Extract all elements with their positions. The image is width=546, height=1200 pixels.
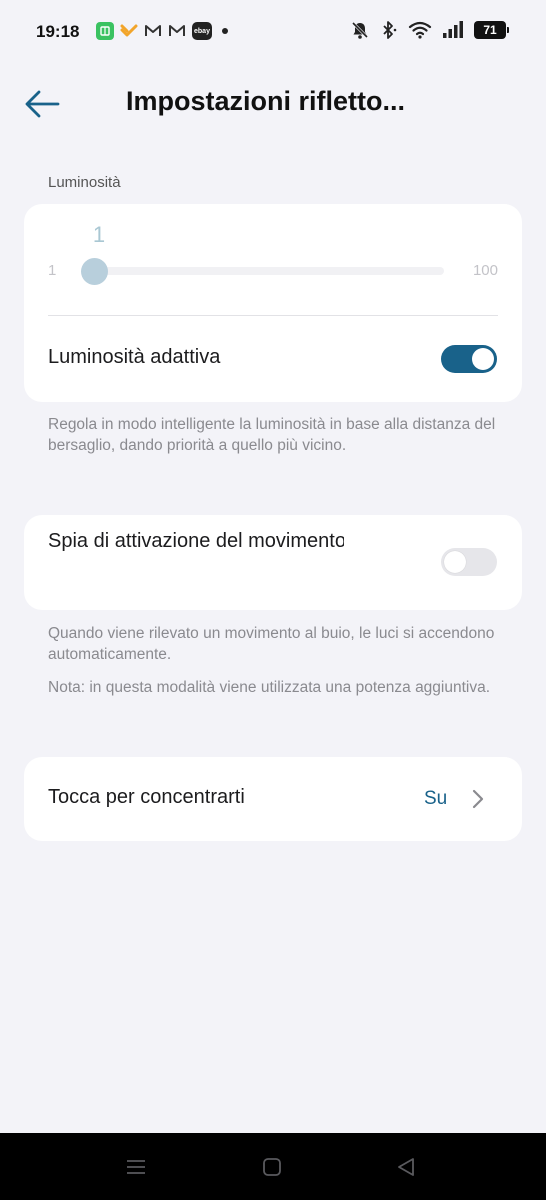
brightness-slider-track[interactable] — [94, 267, 444, 275]
menu-icon[interactable] — [124, 1155, 148, 1179]
arrow-left-icon — [25, 90, 60, 118]
adaptive-brightness-description: Regola in modo intelligente la luminosit… — [48, 416, 496, 454]
tap-to-focus-value: Su — [424, 788, 448, 809]
status-time: 19:18 — [36, 22, 80, 41]
motion-description: Quando viene rilevato un movimento al bu… — [48, 625, 495, 663]
motion-card[interactable]: Spia di attivazione del movimento — [24, 515, 522, 610]
gmail-icon — [144, 22, 162, 40]
brightness-section-label: Luminosità — [48, 174, 121, 191]
brightness-min-label: 1 — [48, 262, 57, 279]
dot-icon — [222, 28, 228, 34]
brightness-card: 1 1 100 Luminosità adattiva — [24, 204, 522, 402]
toggle-knob — [472, 348, 494, 370]
motion-light-toggle[interactable] — [441, 548, 497, 576]
brightness-slider-thumb[interactable] — [81, 258, 108, 285]
signal-icon — [443, 21, 463, 38]
adaptive-brightness-toggle[interactable] — [441, 345, 497, 373]
green-app-icon — [96, 22, 114, 40]
bluetooth-icon — [383, 21, 397, 39]
orange-app-icon — [120, 22, 138, 40]
motion-note: Nota: in questa modalità viene utilizzat… — [48, 679, 491, 696]
toggle-knob — [444, 551, 466, 573]
bell-off-icon — [351, 21, 369, 39]
motion-label-clip: Spia di attivazione del movimento — [24, 515, 344, 610]
adaptive-brightness-label: Luminosità adattiva — [48, 346, 221, 368]
tap-to-focus-label: Tocca per concentrarti — [48, 786, 245, 808]
back-triangle-icon[interactable] — [394, 1155, 418, 1179]
home-icon[interactable] — [260, 1155, 284, 1179]
chevron-right-icon — [472, 789, 484, 809]
ebay-icon: ebay — [192, 22, 212, 40]
navigation-bar — [0, 1133, 546, 1200]
system-icons: 71 — [350, 20, 509, 40]
notification-icons: ebay — [96, 22, 228, 40]
brightness-value: 1 — [92, 222, 106, 247]
wifi-icon — [408, 21, 432, 39]
battery-icon: 71 — [474, 21, 509, 39]
gmail-icon — [168, 22, 186, 40]
brightness-max-label: 100 — [472, 262, 498, 279]
divider — [48, 315, 498, 316]
back-button[interactable] — [22, 84, 62, 124]
tap-to-focus-row[interactable]: Tocca per concentrarti Su — [24, 757, 522, 841]
status-bar: 19:18 ebay 71 — [0, 0, 546, 64]
motion-light-label: Spia di attivazione del movimento — [48, 530, 344, 552]
page-title: Impostazioni rifletto... — [126, 86, 406, 116]
